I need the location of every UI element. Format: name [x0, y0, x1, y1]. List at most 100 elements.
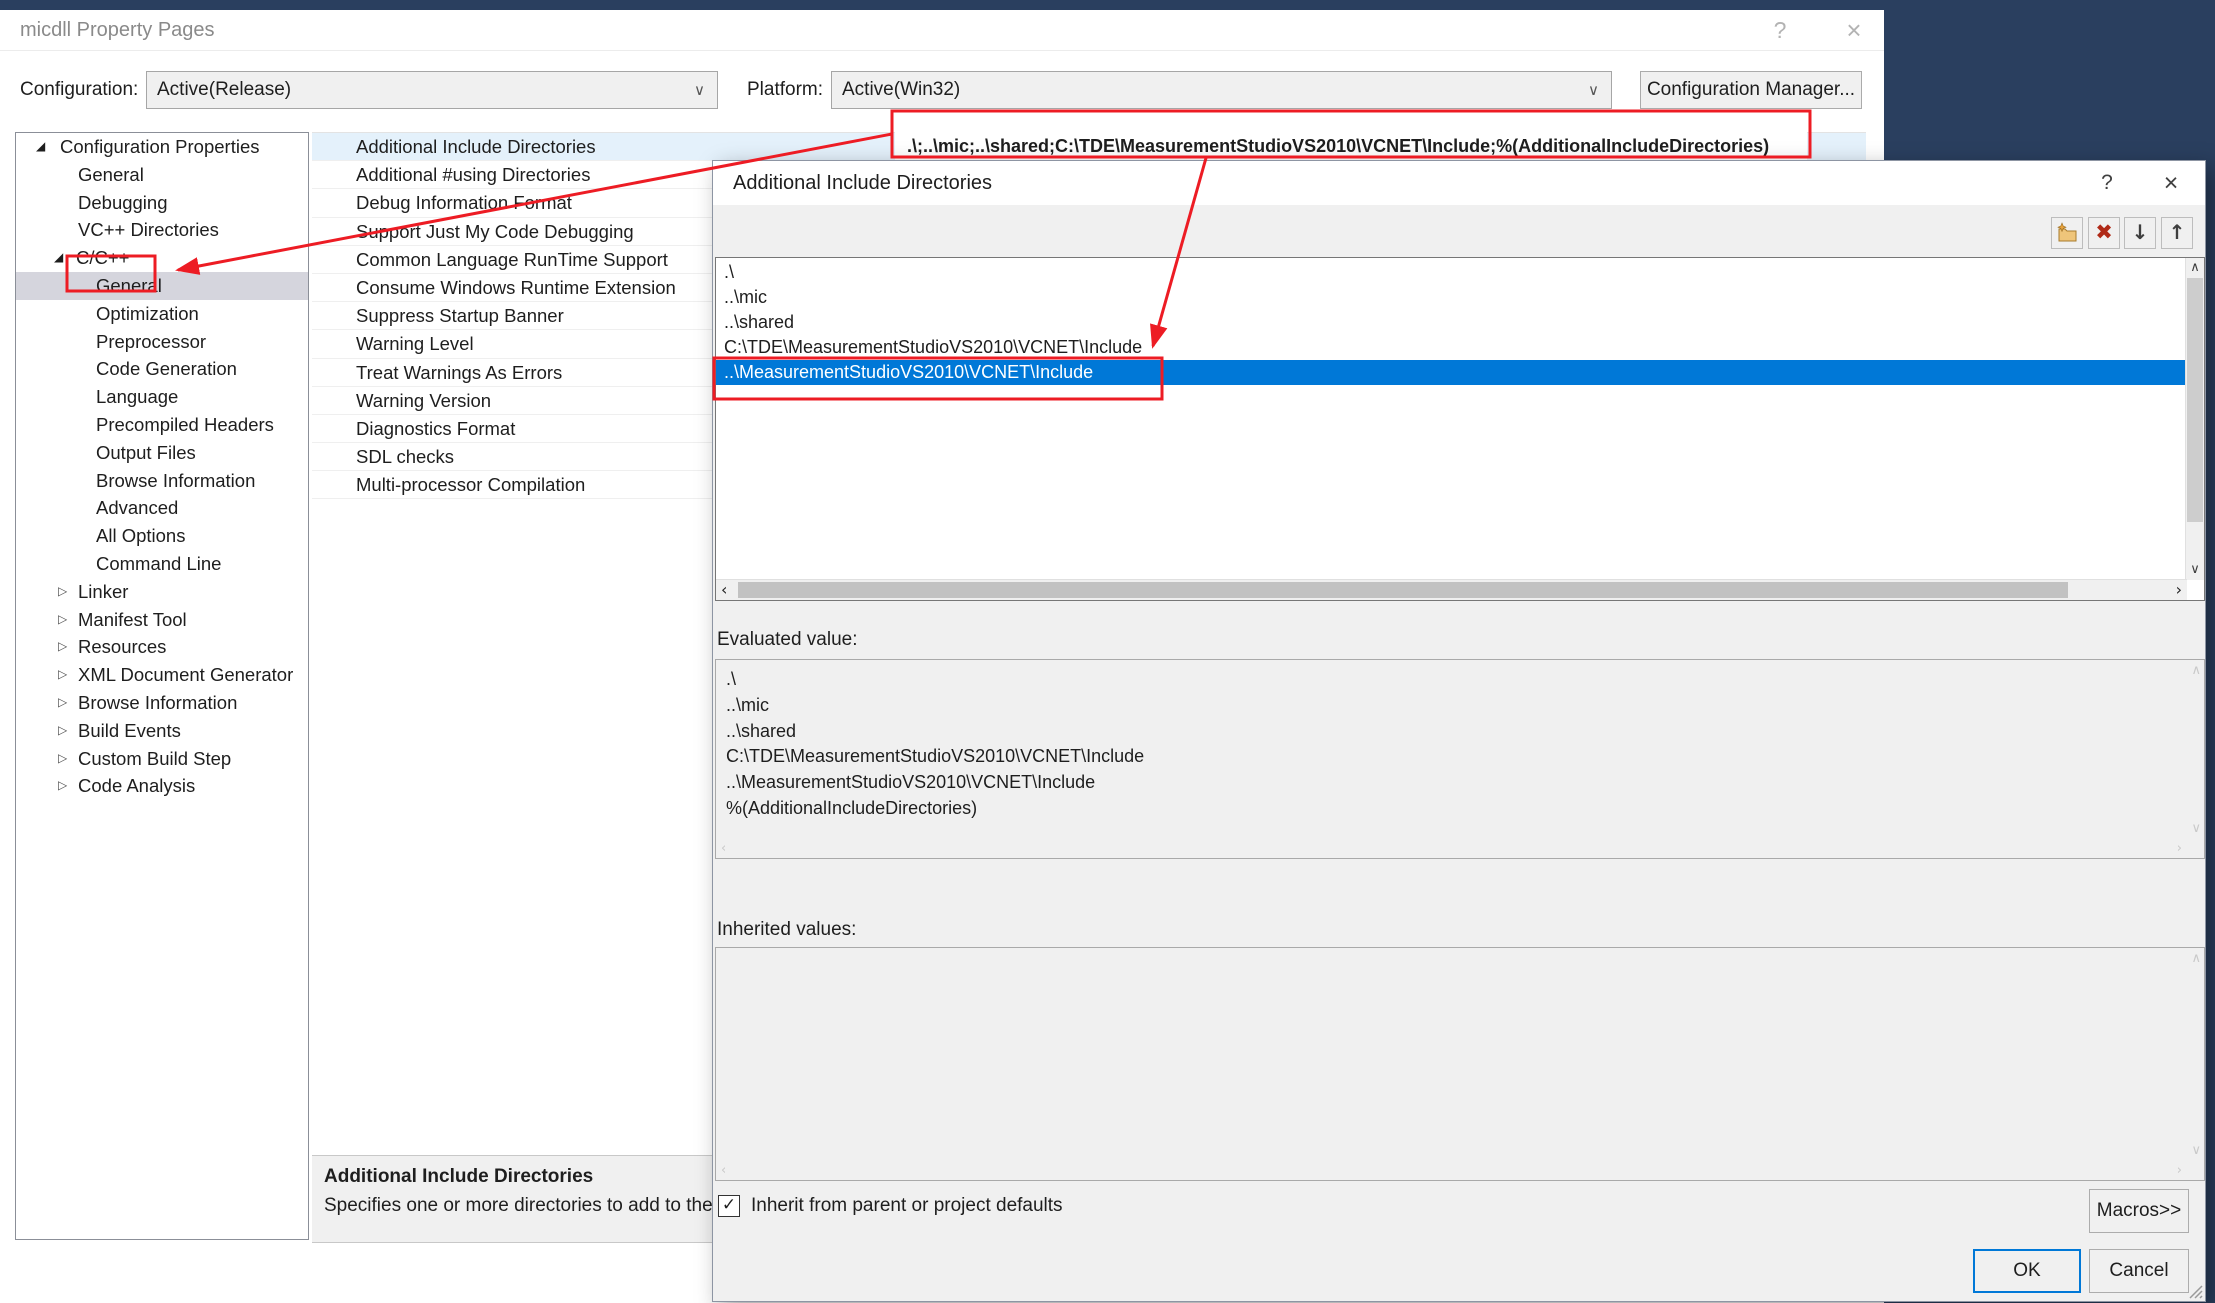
- tree-item-precompiled-headers[interactable]: Precompiled Headers: [16, 411, 308, 439]
- list-item-selected[interactable]: ..\MeasurementStudioVS2010\VCNET\Include: [716, 360, 2186, 385]
- arrow-up-icon: ↑: [2169, 220, 2186, 244]
- evaluated-line: ..\MeasurementStudioVS2010\VCNET\Include: [716, 770, 2204, 796]
- list-item[interactable]: ..\mic: [716, 285, 2186, 310]
- scrollbar-thumb[interactable]: [738, 582, 2068, 598]
- vertical-scrollbar[interactable]: ∧ ∨: [2185, 258, 2204, 580]
- inherit-defaults-checkbox[interactable]: ✓: [718, 1195, 740, 1217]
- additional-include-directories-dialog: Additional Include Directories ? × ✖ ↓ ↑…: [712, 160, 2206, 1302]
- chevron-down-icon: ∨: [1588, 72, 1599, 108]
- tree-item-code-generation[interactable]: Code Generation: [16, 355, 308, 383]
- tree-item-preprocessor[interactable]: Preprocessor: [16, 328, 308, 356]
- delete-x-icon: ✖: [2095, 220, 2113, 244]
- horizontal-scrollbar[interactable]: ‹ ›: [716, 579, 2187, 600]
- collapse-arrow-icon[interactable]: ▷: [58, 606, 67, 634]
- tree-item-c-cpp-general[interactable]: General: [16, 272, 308, 300]
- tree-item-custom-build-step[interactable]: ▷Custom Build Step: [16, 745, 308, 773]
- platform-dropdown[interactable]: Active(Win32) ∨: [831, 71, 1612, 109]
- scroll-down-icon[interactable]: ∨: [2186, 561, 2204, 579]
- tree-item-all-options[interactable]: All Options: [16, 522, 308, 550]
- tree-item-c-cpp[interactable]: ◢C/C++: [16, 244, 308, 272]
- additional-include-directories-value-field[interactable]: .\;..\mic;..\shared;C:\TDE\MeasurementSt…: [895, 130, 1807, 164]
- scroll-left-icon: ‹: [721, 841, 726, 856]
- list-item[interactable]: C:\TDE\MeasurementStudioVS2010\VCNET\Inc…: [716, 335, 2186, 360]
- dialog-close-icon[interactable]: ×: [2153, 161, 2189, 205]
- collapse-arrow-icon[interactable]: ▷: [58, 661, 67, 689]
- scroll-down-icon: ∨: [2191, 1143, 2201, 1158]
- tree-item-output-files[interactable]: Output Files: [16, 439, 308, 467]
- resize-grip[interactable]: [2187, 1283, 2203, 1299]
- scroll-up-icon[interactable]: ∧: [2186, 259, 2204, 277]
- configuration-dropdown[interactable]: Active(Release) ∨: [146, 71, 718, 109]
- evaluated-line: C:\TDE\MeasurementStudioVS2010\VCNET\Inc…: [716, 744, 2204, 770]
- collapse-arrow-icon[interactable]: ▷: [58, 772, 67, 800]
- evaluated-value-box: .\ ..\mic ..\shared C:\TDE\MeasurementSt…: [715, 659, 2205, 859]
- tree-item-code-analysis[interactable]: ▷Code Analysis: [16, 772, 308, 800]
- tree-item-browse-information-2[interactable]: ▷Browse Information: [16, 689, 308, 717]
- tree-item-optimization[interactable]: Optimization: [16, 300, 308, 328]
- expand-arrow-icon[interactable]: ◢: [36, 133, 45, 161]
- list-item[interactable]: .\: [716, 260, 2186, 285]
- scroll-right-icon: ›: [2177, 841, 2182, 856]
- scroll-down-icon: ∨: [2191, 821, 2201, 836]
- tree-item-configuration-properties[interactable]: ◢Configuration Properties: [16, 133, 308, 161]
- expand-arrow-icon[interactable]: ◢: [54, 244, 63, 272]
- evaluated-line: %(AdditionalIncludeDirectories): [716, 796, 2204, 822]
- collapse-arrow-icon[interactable]: ▷: [58, 717, 67, 745]
- move-up-button[interactable]: ↑: [2161, 217, 2193, 249]
- configuration-manager-button[interactable]: Configuration Manager...: [1640, 71, 1862, 109]
- dialog-titlebar: Additional Include Directories ? ×: [713, 161, 2205, 205]
- scroll-left-icon: ‹: [721, 1163, 726, 1178]
- scrollbar-thumb[interactable]: [2187, 278, 2203, 522]
- scroll-right-icon: ›: [2177, 1163, 2182, 1178]
- cancel-button[interactable]: Cancel: [2089, 1249, 2189, 1293]
- include-directories-list: .\ ..\mic ..\shared C:\TDE\MeasurementSt…: [715, 257, 2205, 601]
- evaluated-line: .\: [716, 667, 2204, 693]
- collapse-arrow-icon[interactable]: ▷: [58, 633, 67, 661]
- configuration-label: Configuration:: [20, 71, 138, 109]
- configuration-value: Active(Release): [157, 79, 291, 100]
- evaluated-value-label: Evaluated value:: [717, 629, 858, 651]
- window-title: micdll Property Pages: [20, 10, 215, 50]
- tree-item-debugging[interactable]: Debugging: [16, 189, 308, 217]
- dialog-title: Additional Include Directories: [733, 161, 992, 205]
- tree-item-language[interactable]: Language: [16, 383, 308, 411]
- inherit-defaults-label: Inherit from parent or project defaults: [751, 1193, 1063, 1219]
- ok-button[interactable]: OK: [1973, 1249, 2081, 1293]
- window-close-icon[interactable]: ×: [1834, 10, 1874, 50]
- list-item[interactable]: ..\shared: [716, 310, 2186, 335]
- check-icon: ✓: [722, 1195, 736, 1215]
- tree-item-browse-information[interactable]: Browse Information: [16, 467, 308, 495]
- evaluated-line: ..\mic: [716, 693, 2204, 719]
- property-row-additional-include-directories[interactable]: Additional Include Directories .\;..\mic…: [312, 133, 1866, 161]
- configuration-tree: ◢Configuration Properties General Debugg…: [15, 132, 309, 1240]
- collapse-arrow-icon[interactable]: ▷: [58, 689, 67, 717]
- new-line-folder-button[interactable]: [2051, 217, 2083, 249]
- collapse-arrow-icon[interactable]: ▷: [58, 578, 67, 606]
- arrow-down-icon: ↓: [2132, 220, 2149, 244]
- window-help-icon[interactable]: ?: [1760, 10, 1800, 50]
- tree-item-vc-directories[interactable]: VC++ Directories: [16, 216, 308, 244]
- tree-item-xml-document-generator[interactable]: ▷XML Document Generator: [16, 661, 308, 689]
- desktop-background: micdll Property Pages ? × Configuration:…: [0, 0, 2215, 1303]
- scroll-right-icon[interactable]: ›: [2176, 580, 2182, 599]
- inherited-values-box: ∧ ∨ ‹ ›: [715, 947, 2205, 1181]
- delete-entry-button[interactable]: ✖: [2088, 217, 2120, 249]
- new-folder-icon: [2055, 221, 2079, 245]
- inherited-values-label: Inherited values:: [717, 919, 856, 941]
- tree-item-manifest-tool[interactable]: ▷Manifest Tool: [16, 606, 308, 634]
- tree-item-build-events[interactable]: ▷Build Events: [16, 717, 308, 745]
- tree-item-general[interactable]: General: [16, 161, 308, 189]
- macros-button[interactable]: Macros>>: [2089, 1189, 2189, 1233]
- tree-item-advanced[interactable]: Advanced: [16, 494, 308, 522]
- tree-item-resources[interactable]: ▷Resources: [16, 633, 308, 661]
- platform-label: Platform:: [747, 71, 823, 109]
- move-down-button[interactable]: ↓: [2124, 217, 2156, 249]
- evaluated-line: ..\shared: [716, 719, 2204, 745]
- scroll-left-icon[interactable]: ‹: [721, 580, 727, 599]
- scroll-up-icon: ∧: [2191, 951, 2201, 966]
- window-titlebar: micdll Property Pages ? ×: [0, 10, 1884, 51]
- tree-item-command-line[interactable]: Command Line: [16, 550, 308, 578]
- dialog-help-icon[interactable]: ?: [2089, 161, 2125, 205]
- collapse-arrow-icon[interactable]: ▷: [58, 745, 67, 773]
- tree-item-linker[interactable]: ▷Linker: [16, 578, 308, 606]
